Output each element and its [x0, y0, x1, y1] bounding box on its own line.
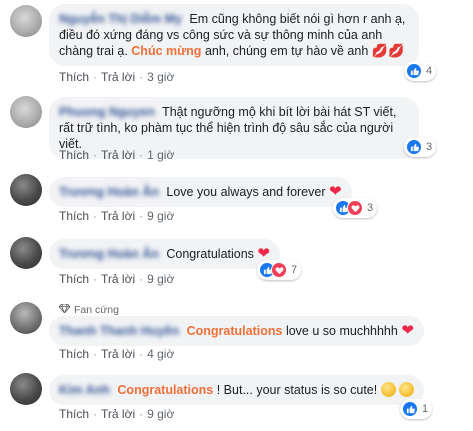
reply-link[interactable]: Trả lời — [101, 209, 135, 223]
thumbs-up-icon — [406, 63, 422, 79]
kiss-emoji-icon: 💋💋 — [371, 43, 405, 58]
avatar[interactable] — [10, 5, 42, 37]
avatar[interactable] — [10, 96, 42, 128]
comment-author[interactable]: Nguyễn Thị Diễm My — [59, 12, 182, 26]
reaction-count: 1 — [422, 403, 429, 415]
timestamp[interactable]: 3 giờ — [147, 70, 174, 84]
comment-author[interactable]: Thanh Thanh Huyền — [59, 324, 179, 338]
comment-highlight[interactable]: Chúc mừng — [131, 44, 201, 58]
like-link[interactable]: Thích — [59, 209, 89, 223]
comment-bubble: Thanh Thanh Huyền Congratulations love u… — [49, 316, 424, 346]
thumbs-up-icon — [406, 139, 422, 155]
reply-link[interactable]: Trả lời — [101, 272, 135, 286]
reaction-summary[interactable]: 1 — [400, 399, 433, 419]
reaction-count: 4 — [426, 65, 433, 77]
reaction-count: 7 — [291, 264, 298, 276]
avatar[interactable] — [10, 373, 42, 405]
timestamp[interactable]: 9 giờ — [147, 272, 174, 286]
avatar[interactable] — [10, 237, 42, 269]
badge-label: Fan cứng — [74, 304, 119, 316]
heart-icon: ❤ — [401, 322, 414, 339]
like-link[interactable]: Thích — [59, 70, 89, 84]
comment-actions: Thích · Trả lời · 4 giờ — [59, 347, 175, 361]
comment-text-b: ! But... your status is so cute! — [216, 383, 378, 397]
smiling-face-icon — [399, 382, 415, 397]
comment-bubble: Trương Hoàn Ân Congratulations ❤ — [49, 239, 280, 269]
comment-author[interactable]: Trương Hoàn Ân — [59, 247, 159, 261]
heart-reaction-icon — [347, 200, 363, 216]
avatar[interactable] — [10, 174, 42, 206]
comment-bubble: Nguyễn Thị Diễm My Em cũng không biết nó… — [49, 4, 419, 66]
comment-actions: Thích · Trả lời · 9 giờ — [59, 407, 175, 421]
comment-bubble: Trương Hoàn Ân Love you always and forev… — [49, 177, 352, 207]
timestamp[interactable]: 1 giờ — [147, 148, 174, 162]
reaction-summary[interactable]: 4 — [404, 61, 437, 81]
comment-author[interactable]: Phuong Nguyen — [59, 105, 155, 119]
comment-text-b: love u so muchhhhh — [285, 324, 398, 338]
comment-author[interactable]: Kim Anh — [59, 383, 110, 397]
reaction-summary[interactable]: 3 — [333, 198, 378, 218]
comment-actions: Thích · Trả lời · 9 giờ — [59, 272, 175, 286]
timestamp[interactable]: 9 giờ — [147, 407, 174, 421]
comment-author[interactable]: Trương Hoàn Ân — [59, 185, 159, 199]
heart-reaction-icon — [271, 262, 287, 278]
comment-actions: Thích · Trả lời · 1 giờ — [59, 148, 175, 162]
comment-bubble: Kim Anh Congratulations ! But... your st… — [49, 375, 425, 405]
avatar[interactable] — [10, 302, 42, 334]
reply-link[interactable]: Trả lời — [101, 70, 135, 84]
reaction-summary[interactable]: 3 — [404, 137, 437, 157]
timestamp[interactable]: 9 giờ — [147, 209, 174, 223]
like-link[interactable]: Thích — [59, 347, 89, 361]
like-link[interactable]: Thích — [59, 272, 89, 286]
timestamp[interactable]: 4 giờ — [147, 347, 174, 361]
thumbs-up-icon — [402, 401, 418, 417]
smiling-face-icon — [380, 382, 396, 397]
comment-highlight[interactable]: Congratulations — [187, 324, 283, 338]
comment-actions: Thích · Trả lời · 3 giờ — [59, 70, 175, 84]
comment-text: Love you always and forever — [166, 185, 326, 199]
reaction-count: 3 — [426, 141, 433, 153]
reaction-count: 3 — [367, 202, 374, 214]
like-link[interactable]: Thích — [59, 407, 89, 421]
reply-link[interactable]: Trả lời — [101, 148, 135, 162]
comment-actions: Thích · Trả lời · 9 giờ — [59, 209, 175, 223]
reply-link[interactable]: Trả lời — [101, 407, 135, 421]
reaction-summary[interactable]: 7 — [257, 260, 302, 280]
comment-highlight[interactable]: Congratulations — [117, 383, 213, 397]
diamond-icon — [58, 303, 71, 316]
top-fan-badge: Fan cứng — [58, 303, 119, 316]
comment-text-b: anh, chúng em tự hào về anh — [204, 44, 369, 58]
reply-link[interactable]: Trả lời — [101, 347, 135, 361]
comment-text: Congratulations — [166, 247, 254, 261]
like-link[interactable]: Thích — [59, 148, 89, 162]
